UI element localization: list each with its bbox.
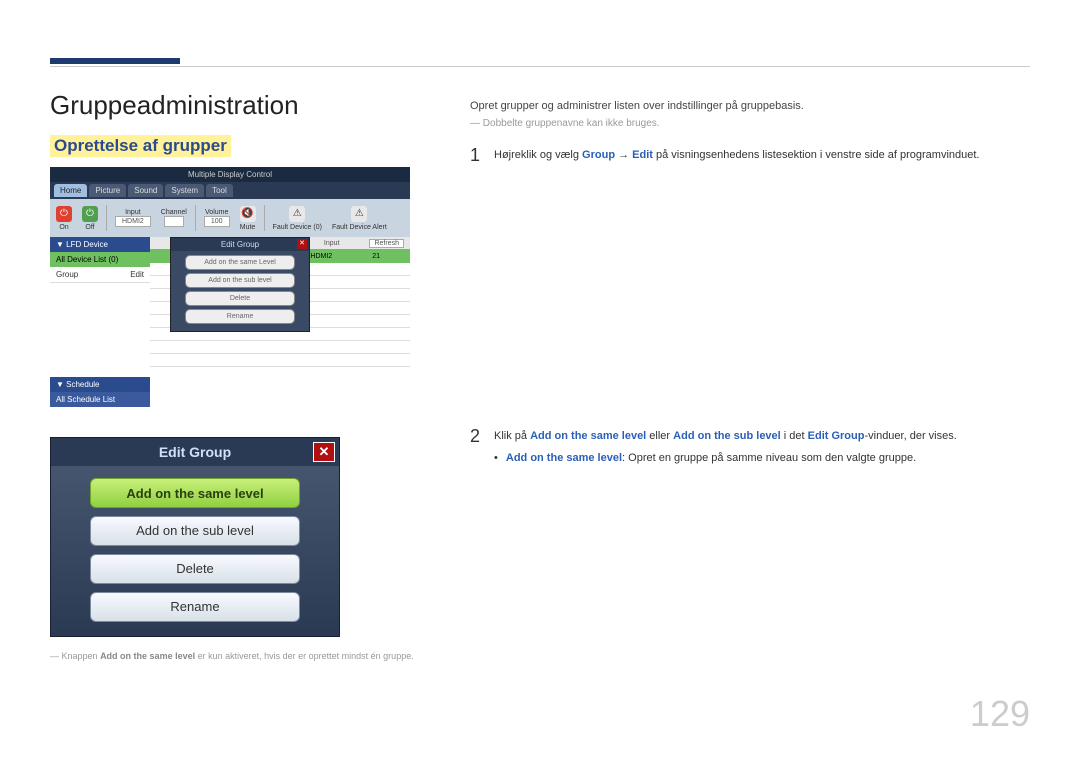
step-2: 2 Klik på Add on the same level eller Ad… — [470, 426, 1030, 464]
grid-col-input: Input — [324, 240, 340, 247]
dialog-title: Edit Group — [51, 438, 339, 466]
add-same-level-button[interactable]: Add on the same level — [90, 478, 300, 508]
window-title: Multiple Display Control — [50, 167, 410, 182]
fault-alert-icon[interactable]: ⚠ — [351, 206, 367, 222]
tab-home[interactable]: Home — [54, 184, 87, 197]
popup-rename[interactable]: Rename — [185, 309, 295, 324]
tab-sound[interactable]: Sound — [128, 184, 163, 197]
power-off-icon[interactable]: ⏻ — [82, 206, 98, 222]
footnote: Knappen Add on the same level er kun akt… — [50, 651, 420, 661]
popup-add-sub-level[interactable]: Add on the sub level — [185, 273, 295, 288]
sidebar-all-schedule[interactable]: All Schedule List — [50, 392, 150, 407]
channel-select[interactable] — [164, 216, 184, 227]
bullet-same-level: Add on the same level: Opret en gruppe p… — [494, 452, 1030, 464]
step-number: 1 — [470, 145, 480, 166]
tab-picture[interactable]: Picture — [89, 184, 126, 197]
dialog-close-icon[interactable]: ✕ — [313, 442, 335, 462]
popup-close-icon[interactable]: ✕ — [297, 239, 307, 249]
divider — [50, 66, 1030, 67]
tab-system[interactable]: System — [165, 184, 204, 197]
mdc-screenshot: Multiple Display Control Home Picture So… — [50, 167, 410, 407]
device-grid: Input Refresh HDMI221 Edit Group✕ Add on… — [150, 237, 410, 407]
duplicate-note: Dobbelte gruppenavne kan ikke bruges. — [470, 118, 1030, 129]
step-1-text: Højreklik og vælg Group → Edit på visnin… — [494, 145, 1030, 166]
fault-id-label: Fault Device (0) — [273, 224, 322, 231]
volume-label: Volume — [205, 209, 228, 216]
section-subtitle: Oprettelse af grupper — [50, 135, 231, 157]
power-on-icon[interactable]: ⏻ — [56, 206, 72, 222]
step-2-text: Klik på Add on the same level eller Add … — [494, 426, 1030, 464]
ribbon: ⏻ On ⏻ Off InputHDMI2 Channel Volume100 🔇 M… — [50, 199, 410, 237]
bullet-dot-icon — [494, 452, 498, 464]
input-label: Input — [125, 209, 141, 216]
left-column: Gruppeadministration Oprettelse af grupp… — [50, 50, 420, 724]
fault-icon[interactable]: ⚠ — [289, 206, 305, 222]
right-column: Opret grupper og administrer listen over… — [470, 50, 1030, 724]
step-1: 1 Højreklik og vælg Group → Edit på visn… — [470, 145, 1030, 166]
volume-select[interactable]: 100 — [204, 216, 230, 227]
add-sub-level-button[interactable]: Add on the sub level — [90, 516, 300, 546]
delete-button[interactable]: Delete — [90, 554, 300, 584]
mute-icon[interactable]: 🔇 — [240, 206, 256, 222]
edit-group-popup: Edit Group✕ Add on the same Level Add on… — [170, 237, 310, 332]
page-title: Gruppeadministration — [50, 90, 420, 121]
sidebar-all-devices[interactable]: All Device List (0) — [50, 252, 150, 267]
sidebar: ▼ LFD Device All Device List (0) GroupEd… — [50, 237, 150, 407]
on-label: On — [59, 224, 68, 231]
off-label: Off — [85, 224, 94, 231]
channel-label: Channel — [161, 209, 187, 216]
popup-delete[interactable]: Delete — [185, 291, 295, 306]
accent-bar — [50, 58, 180, 64]
page-number: 129 — [970, 693, 1030, 735]
popup-add-same-level[interactable]: Add on the same Level — [185, 255, 295, 270]
intro-text: Opret grupper og administrer listen over… — [470, 100, 1030, 112]
step-number: 2 — [470, 426, 480, 464]
mute-label: Mute — [240, 224, 256, 231]
popup-title: Edit Group✕ — [171, 238, 309, 251]
input-select[interactable]: HDMI2 — [115, 216, 151, 227]
edit-group-dialog: Edit Group ✕ Add on the same level Add o… — [50, 437, 340, 637]
sidebar-schedule-header[interactable]: ▼ Schedule — [50, 377, 150, 392]
refresh-button[interactable]: Refresh — [369, 239, 404, 248]
tab-tool[interactable]: Tool — [206, 184, 233, 197]
rename-button[interactable]: Rename — [90, 592, 300, 622]
sidebar-lfd-header[interactable]: ▼ LFD Device — [50, 237, 150, 252]
tab-bar: Home Picture Sound System Tool — [50, 182, 410, 199]
fault-alert-label: Fault Device Alert — [332, 224, 387, 231]
sidebar-group-row[interactable]: GroupEdit — [50, 267, 150, 283]
